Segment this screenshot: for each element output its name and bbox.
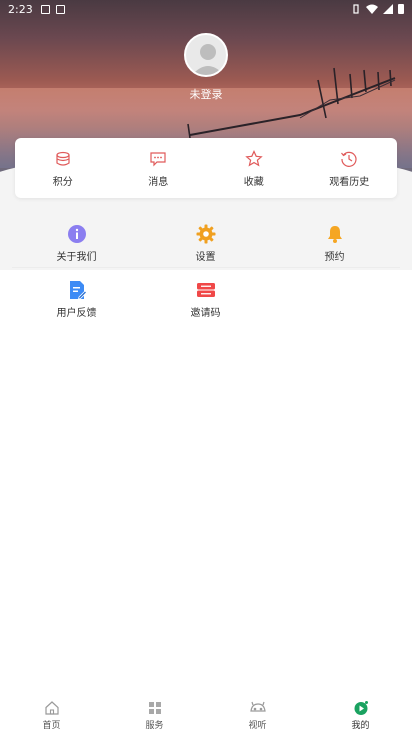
nav-services[interactable]: 服务 xyxy=(103,696,206,734)
menu-item-label: 预约 xyxy=(324,252,345,263)
nav-home[interactable]: 首页 xyxy=(0,696,103,734)
quick-action-label: 收藏 xyxy=(243,177,264,188)
quick-action-history[interactable]: 观看历史 xyxy=(302,138,398,198)
star-icon xyxy=(245,150,263,167)
nav-label: 我的 xyxy=(351,721,370,731)
quick-action-label: 消息 xyxy=(148,177,169,188)
media-icon xyxy=(249,701,266,712)
menu-item-feedback[interactable]: 用户反馈 xyxy=(12,268,141,324)
menu-item-label: 用户反馈 xyxy=(56,308,97,319)
bottom-navigation: 首页 服务 视听 我的 xyxy=(0,696,412,734)
avatar[interactable] xyxy=(184,33,228,77)
home-icon xyxy=(44,701,59,715)
battery-icon xyxy=(398,4,404,14)
profile-screen: 2:23 未登录 积分 消息 收藏 观看历史 关于我们 设置 预约 用户反馈 邀… xyxy=(0,0,412,734)
wifi-icon xyxy=(366,4,378,14)
menu-item-invite-code[interactable]: 邀请码 xyxy=(141,268,270,324)
nav-label: 视听 xyxy=(248,721,267,731)
quick-action-points[interactable]: 积分 xyxy=(15,138,111,198)
vibrate-icon xyxy=(353,4,359,14)
info-icon xyxy=(67,225,86,243)
points-icon xyxy=(56,151,70,166)
menu-grid: 关于我们 设置 预约 用户反馈 邀请码 xyxy=(0,212,412,324)
nav-label: 服务 xyxy=(145,721,164,731)
menu-row: 用户反馈 邀请码 xyxy=(0,268,412,324)
menu-item-about[interactable]: 关于我们 xyxy=(12,212,141,267)
login-status[interactable]: 未登录 xyxy=(0,86,412,102)
status-time: 2:23 xyxy=(8,2,33,16)
quick-actions-card: 积分 消息 收藏 观看历史 xyxy=(15,138,397,198)
notification-icon-2 xyxy=(55,4,65,14)
quick-action-favorites[interactable]: 收藏 xyxy=(206,138,302,198)
bell-icon xyxy=(327,226,342,243)
menu-row: 关于我们 设置 预约 xyxy=(12,212,400,268)
menu-item-label: 邀请码 xyxy=(190,308,221,319)
grid-icon xyxy=(148,702,161,714)
quick-action-label: 观看历史 xyxy=(329,177,370,188)
menu-item-reservation[interactable]: 预约 xyxy=(270,212,399,267)
status-bar: 2:23 xyxy=(0,0,412,18)
status-right xyxy=(351,4,404,14)
grey-band xyxy=(0,198,412,212)
gear-icon xyxy=(196,224,215,244)
menu-item-settings[interactable]: 设置 xyxy=(141,212,270,267)
nav-media[interactable]: 视听 xyxy=(206,696,309,734)
quick-action-label: 积分 xyxy=(52,177,73,188)
history-icon xyxy=(341,151,357,167)
message-icon xyxy=(150,152,166,167)
ticket-icon xyxy=(196,283,215,297)
menu-item-label: 关于我们 xyxy=(56,252,97,263)
signal-icon xyxy=(383,4,393,14)
nav-label: 首页 xyxy=(42,721,61,731)
nav-profile[interactable]: 我的 xyxy=(309,696,412,734)
quick-action-messages[interactable]: 消息 xyxy=(111,138,207,198)
feedback-icon xyxy=(69,281,87,300)
menu-item-label: 设置 xyxy=(195,252,216,263)
profile-play-icon xyxy=(354,701,368,715)
notification-icon xyxy=(40,4,50,14)
